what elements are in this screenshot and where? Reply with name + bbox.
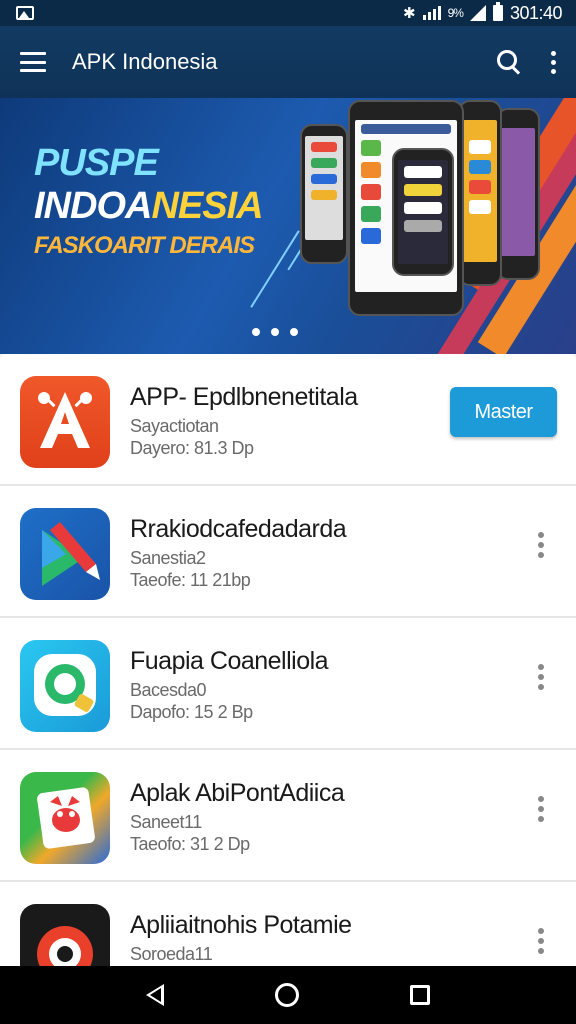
more-vert-icon[interactable] (538, 664, 544, 690)
banner-line-2b: NESIA (151, 185, 263, 227)
battery-icon (492, 2, 503, 21)
recents-icon[interactable] (410, 985, 431, 1005)
banner-line-1: PUSPE (34, 142, 159, 184)
app-title: Aplak AbiPontAdiica (130, 779, 345, 807)
banner-line-2: INDOANESIA (34, 184, 264, 228)
red-eye-icon[interactable] (20, 904, 110, 966)
status-bar: ✱ 9% 301:40 (0, 0, 576, 26)
page-dot[interactable] (252, 328, 260, 336)
list-item[interactable]: Fuapia Coanelliola Bacesda0 Dapofo: 15 2… (0, 618, 576, 750)
app-subtitle: Bacesda0 (130, 680, 207, 700)
app-list: APP- Epdlbnenetitala Sayactiotan Dayero:… (0, 354, 576, 966)
list-item[interactable]: Apliiaitnohis Potamie Soroeda11 (0, 882, 576, 966)
search-icon[interactable] (495, 48, 523, 76)
app-meta: Taeofe: 11 21bp (130, 570, 251, 590)
more-vert-icon[interactable] (551, 50, 556, 74)
gallery-icon (16, 6, 34, 20)
play-pen-icon[interactable] (20, 508, 110, 600)
app-title: Fuapia Coanelliola (130, 647, 329, 675)
install-button[interactable]: Master (450, 387, 557, 437)
banner-page-indicator[interactable] (252, 328, 298, 336)
page-dot[interactable] (290, 328, 298, 336)
phone-illustration-left (300, 124, 348, 264)
menu-icon[interactable] (20, 52, 46, 72)
phone-illustration-right (458, 100, 502, 286)
list-item[interactable]: Rrakiodcafedadarda Sanestia2 Taeofe: 11 … (0, 486, 576, 618)
promo-banner[interactable]: PUSPE INDOANESIA FASKOARIT DERAIS (0, 98, 576, 354)
item-text: Fuapia Coanelliola Bacesda0 Dapofo: 15 2… (130, 646, 440, 723)
list-item[interactable]: APP- Epdlbnenetitala Sayactiotan Dayero:… (0, 354, 576, 486)
wifi-icon (469, 5, 486, 21)
signal-icon (422, 6, 441, 20)
home-icon[interactable] (274, 983, 299, 1007)
app-title: APP- Epdlbnenetitala (130, 383, 358, 411)
more-vert-icon[interactable] (538, 532, 544, 558)
bluetooth-icon: ✱ (403, 5, 416, 22)
app-bar: APK Indonesia (0, 26, 576, 98)
app-title: Apliiaitnohis Potamie (130, 911, 352, 939)
app-title: APK Indonesia (72, 49, 218, 74)
app-meta: Dapofo: 15 2 Bp (130, 702, 253, 722)
more-vert-icon[interactable] (538, 928, 544, 954)
app-title: Rrakiodcafedadarda (130, 515, 347, 543)
app-meta: Dayero: 81.3 Dp (130, 438, 254, 458)
system-nav-bar (0, 966, 576, 1024)
item-text: APP- Epdlbnenetitala Sayactiotan Dayero:… (130, 382, 440, 459)
back-icon[interactable] (145, 984, 164, 1006)
phone-illustration-back-right (496, 108, 540, 280)
app-subtitle: Sanestia2 (130, 548, 206, 568)
banner-line-3: FASKOARIT DERAIS (34, 232, 255, 259)
app-meta: Taeofo: 31 2 Dp (130, 834, 250, 854)
chat-bubble-icon[interactable] (20, 640, 110, 732)
face-card-icon[interactable] (20, 772, 110, 864)
item-text: Apliiaitnohis Potamie Soroeda11 (130, 910, 440, 965)
phone-illustration-front (392, 148, 454, 276)
item-text: Aplak AbiPontAdiica Saneet11 Taeofo: 31 … (130, 778, 440, 855)
a-logo-icon[interactable] (20, 376, 110, 468)
app-subtitle: Sayactiotan (130, 416, 219, 436)
app-subtitle: Soroeda11 (130, 944, 213, 964)
banner-line-2a: INDOA (34, 185, 152, 227)
clock: 301:40 (509, 2, 563, 23)
battery-percent: 9% (447, 6, 464, 20)
item-text: Rrakiodcafedadarda Sanestia2 Taeofe: 11 … (130, 514, 440, 591)
list-item[interactable]: Aplak AbiPontAdiica Saneet11 Taeofo: 31 … (0, 750, 576, 882)
app-subtitle: Saneet11 (130, 812, 202, 832)
banner-headline: PUSPE INDOANESIA FASKOARIT DERAIS (34, 142, 264, 264)
more-vert-icon[interactable] (538, 796, 544, 822)
page-dot[interactable] (271, 328, 279, 336)
